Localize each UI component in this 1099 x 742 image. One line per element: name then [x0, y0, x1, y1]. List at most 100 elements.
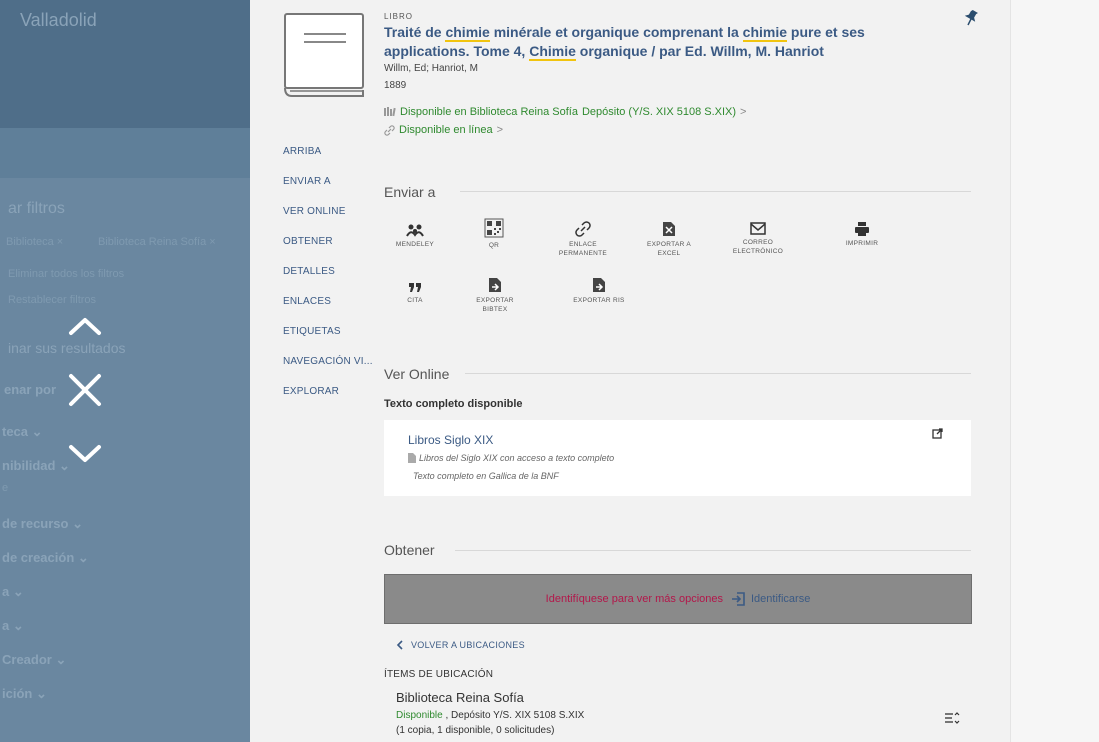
background-facet: a ⌄: [2, 618, 24, 633]
nav-item-enlaces[interactable]: ENLACES: [283, 296, 331, 307]
item-availability: Disponible , Depósito Y/S. XIX 5108 S.XI…: [396, 710, 584, 721]
nav-item-obtener[interactable]: OBTENER: [283, 236, 333, 247]
sign-in-icon: [732, 592, 745, 606]
sign-in-button[interactable]: Identificarse: [731, 592, 810, 606]
close-icon: [69, 374, 101, 406]
login-prompt: Identifíquese para ver más opciones Iden…: [384, 574, 972, 624]
view-online-title: Ver Online: [384, 366, 450, 382]
divider: [465, 373, 971, 374]
background-search-band: [0, 128, 250, 178]
send-label: EXPORTAR A: [647, 241, 691, 248]
nav-item-enviar-a[interactable]: ENVIAR A: [283, 176, 331, 187]
send-mendeley-button[interactable]: MENDELEY: [380, 223, 450, 249]
record-title-link[interactable]: Traité de chimie minérale et organique c…: [384, 23, 904, 61]
description-text: Libros del Siglo XIX con acceso a texto …: [419, 453, 615, 463]
send-bibtex-button[interactable]: EXPORTAR BIBTEX: [460, 277, 530, 314]
online-status: Disponible en línea: [399, 124, 493, 136]
nav-item-ver-online[interactable]: VER ONLINE: [283, 206, 346, 217]
book-shelf-icon: [384, 107, 396, 117]
nav-item-detalles[interactable]: DETALLES: [283, 266, 335, 277]
availability-location: Depósito (Y/S. XIX 5108 S.XIX): [581, 106, 737, 118]
send-label: IMPRIMIR: [845, 240, 879, 247]
send-excel-button[interactable]: EXPORTAR A EXCEL: [634, 221, 704, 258]
send-print-button[interactable]: IMPRIMIR: [827, 222, 897, 248]
send-ris-button[interactable]: EXPORTAR RIS: [564, 277, 634, 305]
excel-file-icon: [663, 222, 675, 236]
qr-code-icon: [484, 218, 504, 238]
divider: [460, 191, 971, 192]
send-label: CITA: [407, 297, 423, 304]
online-service-link[interactable]: Libros Siglo XIX: [408, 433, 493, 447]
export-file-icon: [593, 278, 605, 292]
send-permalink-button[interactable]: ENLACE PERMANENTE: [548, 221, 618, 258]
divider: [455, 550, 971, 551]
next-record-button[interactable]: [62, 434, 108, 474]
item-location: , Depósito Y/S. XIX 5108 S.XIX: [442, 710, 585, 721]
record-authors: Willm, Ed; Hanriot, M: [384, 63, 478, 74]
background-filter-title: ar filtros: [8, 200, 65, 217]
nav-item-explorar[interactable]: EXPLORAR: [283, 386, 339, 397]
online-availability-link[interactable]: Disponible en línea >: [384, 124, 503, 136]
sort-filter-icon[interactable]: [944, 711, 960, 725]
link-icon: [575, 221, 591, 237]
background-remove-filters: Eliminar todos los filtros: [8, 268, 125, 280]
send-label: PERMANENTE: [558, 250, 608, 257]
item-copies-summary: (1 copia, 1 disponible, 0 solicitudes): [396, 725, 555, 736]
send-email-button[interactable]: CORREO ELECTRÓNICO: [723, 222, 793, 256]
online-service-description: Libros del Siglo XIX con acceso a texto …: [408, 453, 614, 463]
send-cite-button[interactable]: CITA: [380, 282, 450, 305]
background-filter-chip: Biblioteca Reina Sofía ×: [98, 236, 216, 248]
nav-item-arriba[interactable]: ARRIBA: [283, 146, 321, 157]
link-icon: [384, 124, 395, 136]
background-facet: de recurso ⌄: [2, 516, 83, 531]
chevron-down-icon: [69, 445, 101, 462]
chevron-up-icon: [69, 318, 101, 335]
nav-item-etiquetas[interactable]: ETIQUETAS: [283, 326, 341, 337]
background-brand: Valladolid: [20, 10, 97, 30]
title-highlight: chimie: [742, 24, 788, 42]
library-name: Biblioteca Reina Sofía: [396, 690, 524, 705]
background-facet: de creación ⌄: [2, 550, 89, 565]
background-sort-label: enar por: [4, 382, 57, 397]
title-text: minérale et organique comprenant la: [489, 24, 743, 40]
chevron-right-icon: >: [496, 124, 504, 136]
title-highlight: Chimie: [529, 43, 576, 61]
send-label: EXCEL: [657, 250, 681, 257]
fulltext-heading: Texto completo disponible: [384, 398, 523, 410]
right-margin: [1010, 0, 1099, 742]
record-type: LIBRO: [384, 12, 414, 21]
chevron-left-icon: [396, 640, 403, 650]
send-label: ENLACE: [569, 241, 597, 248]
send-to-title: Enviar a: [384, 184, 436, 200]
record-year: 1889: [384, 80, 407, 91]
external-link-icon[interactable]: [932, 428, 943, 439]
send-label: EXPORTAR: [476, 297, 514, 304]
login-message: Identifíquese para ver más opciones: [545, 593, 723, 605]
close-record-button[interactable]: [62, 370, 108, 410]
background-facet: ición ⌄: [2, 686, 47, 701]
title-text: organique / par Ed. Willm, M. Hanriot: [575, 43, 824, 59]
send-qr-button[interactable]: QR: [459, 218, 529, 250]
availability-status: Disponible en Biblioteca Reina Sofía: [400, 106, 578, 118]
nav-item-navegacion-virtual[interactable]: NAVEGACIÓN VI...: [283, 356, 373, 367]
title-text: Traité de: [384, 24, 446, 40]
back-to-locations-link[interactable]: VOLVER A UBICACIONES: [396, 640, 525, 650]
pin-icon[interactable]: [962, 8, 980, 26]
background-facet: teca ⌄: [2, 424, 43, 439]
get-it-title: Obtener: [384, 542, 435, 558]
online-service-note: Texto completo en Gallica de la BNF: [413, 471, 559, 481]
chevron-right-icon: >: [740, 106, 747, 118]
document-icon: [408, 453, 416, 463]
background-facet: Creador ⌄: [2, 652, 67, 667]
background-facet: nibilidad ⌄: [2, 458, 70, 473]
previous-record-button[interactable]: [62, 306, 108, 346]
send-label: BIBTEX: [482, 306, 508, 313]
send-label: ELECTRÓNICO: [732, 248, 784, 255]
send-label: CORREO: [742, 239, 774, 246]
mendeley-icon: [406, 224, 424, 237]
physical-availability-link[interactable]: Disponible en Biblioteca Reina Sofía Dep…: [384, 106, 746, 118]
envelope-icon: [750, 222, 766, 235]
send-label: EXPORTAR RIS: [573, 297, 625, 304]
location-items-heading: ÍTEMS DE UBICACIÓN: [384, 669, 494, 680]
title-highlight: chimie: [445, 24, 490, 42]
